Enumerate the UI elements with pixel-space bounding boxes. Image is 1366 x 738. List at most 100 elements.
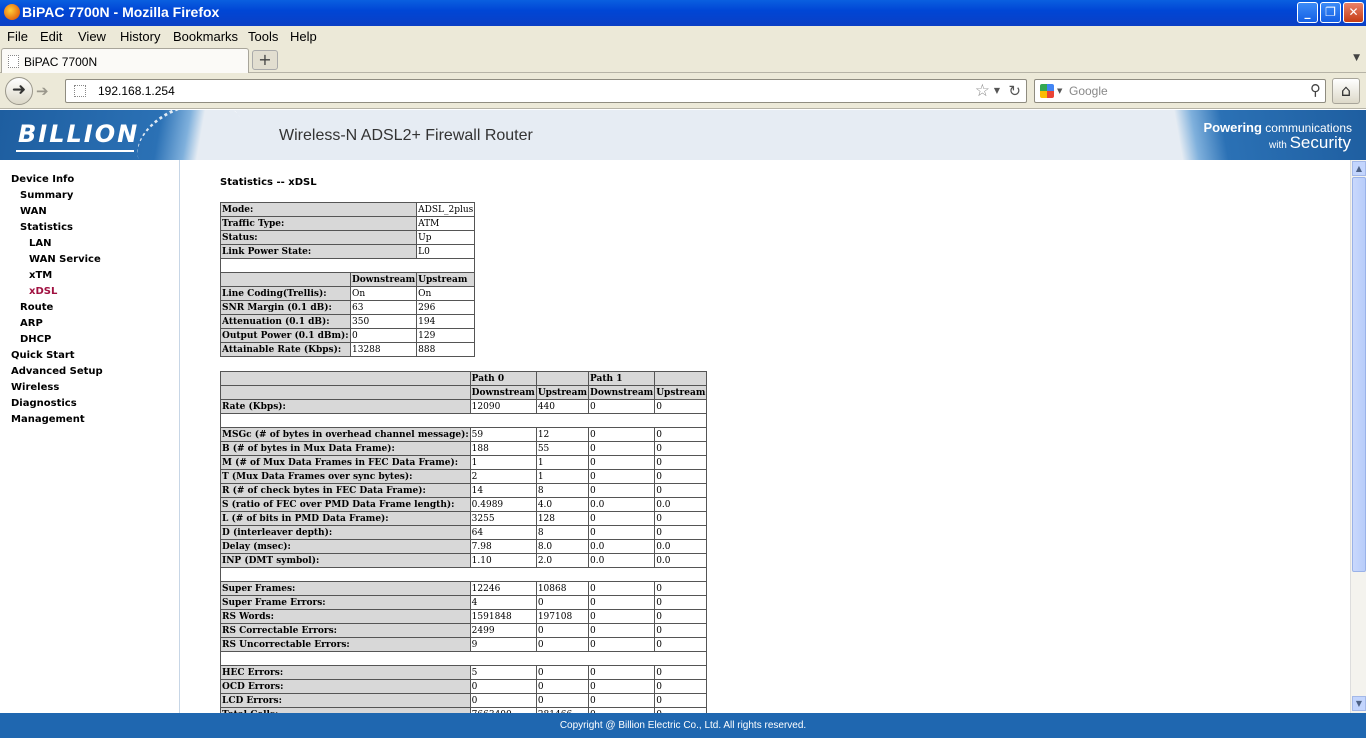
row-value: 0 (654, 637, 708, 652)
scroll-thumb[interactable] (1352, 177, 1366, 572)
window-title: BiPAC 7700N - Mozilla Firefox (22, 4, 220, 20)
row-label: L (# of bits in PMD Data Frame): (220, 511, 471, 526)
sidebar-item-diagnostics[interactable]: Diagnostics (11, 398, 77, 409)
row-value: On (349, 286, 418, 301)
row-value: 296 (416, 300, 476, 315)
search-bar[interactable]: ▼ Google ⚲ (1034, 79, 1326, 103)
menu-tools[interactable]: Tools (248, 29, 278, 44)
url-bar[interactable]: 192.168.1.254 ☆ ▼ ↻ (65, 79, 1027, 103)
spacer-cell (219, 258, 476, 273)
row-value: 63 (349, 300, 418, 315)
sidebar-item-xdsl[interactable]: xDSL (29, 286, 57, 297)
forward-button[interactable]: ➔ (36, 82, 49, 100)
header-empty (654, 371, 708, 386)
row-value: L0 (416, 244, 476, 259)
spacer-row (219, 413, 708, 428)
row-value: 1.10 (469, 553, 537, 568)
sidebar-item-advanced-setup[interactable]: Advanced Setup (11, 366, 103, 377)
page-title: Statistics -- xDSL (220, 177, 317, 188)
menu-edit[interactable]: Edit (40, 29, 62, 44)
row-value: 0 (588, 679, 656, 694)
row-value: 0 (588, 469, 656, 484)
header-empty (220, 385, 471, 400)
back-button[interactable]: ➜ (5, 77, 33, 105)
url-text[interactable]: 192.168.1.254 (98, 84, 175, 98)
tab-bipac[interactable]: BiPAC 7700N (1, 48, 249, 73)
row-value: 0 (588, 609, 656, 624)
vertical-scrollbar[interactable]: ▲ ▼ (1350, 160, 1366, 713)
sidebar-item-lan[interactable]: LAN (29, 238, 51, 249)
sidebar-item-arp[interactable]: ARP (20, 318, 43, 329)
row-label: Link Power State: (219, 244, 418, 259)
menu-bar: File Edit View History Bookmarks Tools H… (0, 26, 1366, 47)
table-row: OCD Errors: 0 0 0 0 (220, 679, 708, 694)
product-name: Wireless-N ADSL2+ Firewall Router (279, 127, 533, 144)
maximize-button[interactable]: ❐ (1320, 2, 1341, 23)
table-row: L (# of bits in PMD Data Frame): 3255 128 0… (220, 511, 708, 526)
sidebar-item-management[interactable]: Management (11, 414, 85, 425)
row-value: 0 (469, 679, 537, 694)
menu-file[interactable]: File (7, 29, 28, 44)
site-identity-icon[interactable] (74, 85, 86, 97)
spacer-row (219, 258, 476, 273)
row-value: 0 (654, 441, 708, 456)
sidebar-item-quick-start[interactable]: Quick Start (11, 350, 75, 361)
column-header: Downstream (349, 272, 418, 287)
table-row: RS Uncorrectable Errors: 9 0 0 0 (220, 637, 708, 652)
navigation-bar: ➜ ➔ 192.168.1.254 ☆ ▼ ↻ ▼ Google ⚲ ⌂ (0, 73, 1366, 109)
scroll-down-arrow[interactable]: ▼ (1352, 696, 1366, 711)
row-value: 3255 (469, 511, 537, 526)
new-tab-button[interactable]: + (252, 50, 278, 70)
row-value: 0 (535, 623, 590, 638)
row-value: 0 (588, 623, 656, 638)
table-row: B (# of bytes in Mux Data Frame): 188 55 0 0 (220, 441, 708, 456)
scroll-up-arrow[interactable]: ▲ (1352, 161, 1366, 176)
row-value: 0 (588, 525, 656, 540)
spacer-cell (219, 651, 708, 666)
search-engine-dropdown-icon[interactable]: ▼ (1057, 87, 1062, 95)
search-icon[interactable]: ⚲ (1310, 81, 1321, 99)
history-dropdown-icon[interactable]: ▼ (994, 86, 1000, 95)
main-content: Statistics -- xDSL Mode: ADSL_2plus Traffi… (180, 160, 1350, 713)
tab-list-icon[interactable]: ▼ (1353, 53, 1360, 63)
header-empty (535, 371, 590, 386)
reload-icon[interactable]: ↻ (1008, 82, 1021, 100)
sidebar-item-dhcp[interactable]: DHCP (20, 334, 51, 345)
path-statistics-table: Path 0 Path 1 Downstream Upstream Downstream… (219, 371, 708, 713)
sidebar-item-wireless[interactable]: Wireless (11, 382, 59, 393)
row-value: 12246 (469, 581, 537, 596)
sidebar-item-xtm[interactable]: xTM (29, 270, 52, 281)
table-row: HEC Errors: 5 0 0 0 (220, 665, 708, 680)
row-value: 0 (535, 665, 590, 680)
table-row: RS Correctable Errors: 2499 0 0 0 (220, 623, 708, 638)
row-value: 0 (349, 328, 418, 343)
menu-help[interactable]: Help (290, 29, 317, 44)
sidebar-item-summary[interactable]: Summary (20, 190, 73, 201)
search-input[interactable]: Google (1069, 84, 1108, 98)
google-icon[interactable] (1040, 84, 1054, 98)
sidebar-item-wan-service[interactable]: WAN Service (29, 254, 101, 265)
row-value: 5 (469, 665, 537, 680)
header-row: Downstream Upstream (220, 272, 476, 287)
row-label: Attenuation (0.1 dB): (220, 314, 351, 329)
bookmark-star-icon[interactable]: ☆ (975, 81, 990, 101)
logo-underline (16, 150, 134, 152)
table-row: LCD Errors: 0 0 0 0 (220, 693, 708, 708)
minimize-button[interactable]: _ (1297, 2, 1318, 23)
table-row: Rate (Kbps): 12090 440 0 0 (220, 399, 708, 414)
sidebar-item-device-info[interactable]: Device Info (11, 174, 74, 185)
row-value: 2.0 (535, 553, 590, 568)
row-value: 12090 (469, 399, 537, 414)
sidebar-item-route[interactable]: Route (20, 302, 53, 313)
sidebar-item-wan[interactable]: WAN (20, 206, 47, 217)
close-button[interactable]: ✕ (1343, 2, 1364, 23)
menu-bookmarks[interactable]: Bookmarks (173, 29, 238, 44)
sidebar-item-statistics[interactable]: Statistics (20, 222, 73, 233)
row-value: 0 (588, 665, 656, 680)
row-value: 0.0 (654, 539, 708, 554)
home-button[interactable]: ⌂ (1332, 78, 1360, 104)
tab-bar: BiPAC 7700N + ▼ (0, 47, 1366, 73)
menu-view[interactable]: View (78, 29, 106, 44)
menu-history[interactable]: History (120, 29, 160, 44)
table-row: SNR Margin (0.1 dB): 63 296 (220, 300, 476, 315)
